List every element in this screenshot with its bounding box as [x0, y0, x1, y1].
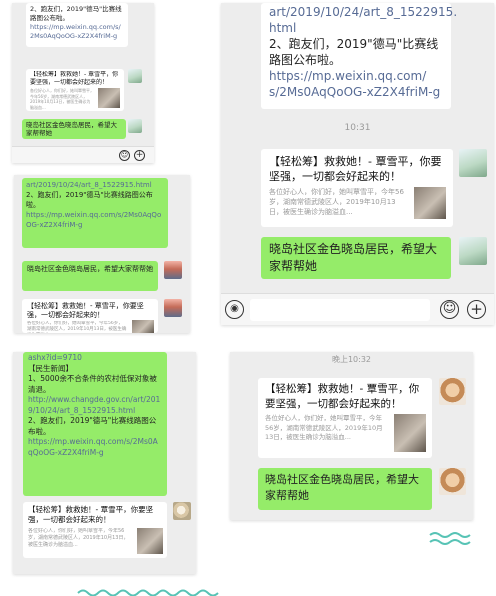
message-input[interactable]: [250, 299, 430, 321]
message-link[interactable]: http://www.changde.gov.cn/art/2019/10/24…: [28, 395, 162, 416]
share-card-thumbnail: [98, 88, 120, 108]
share-card-title: 【轻松筹】救救她！- 覃雪平，你要坚强，一切都会好起来的！: [27, 302, 144, 319]
message-link[interactable]: https://mp.weixin.qq.com/s/2Ms0AqQoOG-xZ…: [30, 23, 124, 41]
avatar[interactable]: [439, 378, 466, 405]
timestamp: 晚上10:32: [331, 355, 372, 364]
chat-screenshot-3: art/2019/10/24/art_8_1522915.html 2、跑友们，…: [14, 175, 190, 333]
message-text: 晓岛社区金色晓岛居民，希望大家帮帮她: [269, 242, 438, 273]
message-text: 2、跑友们，2019"德马"比赛线路图公布啦。: [28, 416, 157, 436]
chat-screenshot-2: art/2019/10/24/art_8_1522915. html 2、跑友们…: [221, 3, 494, 325]
message-bubble-news: ashx?id=9710 【民生新闻】 1、5000余不合条件的农村低保对象被清…: [23, 352, 167, 496]
input-bar: ☺ +: [12, 146, 154, 163]
message-bubble-route: art/2019/10/24/art_8_1522915. html 2、跑友们…: [261, 3, 457, 109]
chat-screenshot-4: ashx?id=9710 【民生新闻】 1、5000余不合条件的农村低保对象被清…: [13, 352, 196, 574]
message-text: 2、跑友们，2019"德马"比赛线路图公布啦。: [26, 191, 153, 209]
share-card-description: 各位好心人，你们好，她叫覃雪平，今年56岁，湖南常德武陵区人，2019年10月1…: [30, 88, 94, 110]
share-card-description: 各位好心人，你们好，她叫覃雪平，今年56岁，湖南常德武陵区人，2019年10月1…: [265, 414, 383, 441]
message-link[interactable]: art/2019/10/24/art_8_1522915.html: [26, 180, 164, 190]
message-bubble-green: 晓岛社区金色晓岛居民，希望大家帮帮她: [258, 468, 432, 510]
share-card-title: 【轻松筹】救救她！- 覃雪平，你要坚强，一切都会好起来的！: [28, 505, 154, 524]
share-card-title: 【轻松筹】救救她！- 覃雪平，你要坚强，一切都会好起来的！: [269, 155, 442, 183]
share-card-description: 各位好心人，你们好，她叫覃雪平，今年56岁，湖南常德武陵区人，2019年10月1…: [27, 321, 127, 332]
avatar[interactable]: [164, 261, 182, 279]
voice-icon[interactable]: ◉: [225, 300, 244, 319]
share-card-thumbnail: [132, 320, 154, 333]
wave-decoration: [429, 532, 471, 545]
news-header: 【民生新闻】: [28, 363, 73, 373]
message-bubble-route: 2、跑友们，2019"德马"比赛线路图公布啦。 https://mp.weixi…: [26, 3, 128, 47]
timestamp: 10:31: [344, 123, 371, 133]
share-card-thumbnail: [394, 414, 426, 452]
avatar[interactable]: [459, 237, 487, 265]
message-text: 2、跑友们，2019"德马"比赛线路图公布啦。: [30, 5, 122, 22]
message-link[interactable]: https://mp.weixin.qq.com/s/2Ms0AqQoOG-xZ…: [26, 210, 164, 230]
message-text: 2、跑友们，2019"德马"比赛线路图公布啦。: [269, 37, 439, 67]
message-text: 晓岛社区金色晓岛居民，希望大家帮帮她: [27, 265, 153, 273]
share-card-description: 各位好心人，你们好，她叫覃雪平，今年56岁，湖南常德武陵区人，2019年10月1…: [28, 528, 129, 548]
message-text: 晓岛社区金色晓岛居民，希望大家帮帮她: [265, 473, 419, 502]
share-card-description: 各位好心人，你们好，她叫覃雪平，今年56岁，湖南常德武陵区人，2019年10月1…: [269, 188, 404, 216]
add-icon[interactable]: +: [134, 150, 145, 161]
avatar[interactable]: [459, 149, 487, 177]
message-link[interactable]: art/2019/10/24/art_8_1522915. html: [269, 4, 457, 36]
message-bubble-green: 晓岛社区金色晓岛居民，希望大家帮帮她: [22, 261, 158, 291]
share-card[interactable]: 【轻松筹】救救她！- 覃雪平，你要坚强，一切都会好起来的！ 各位好心人，你们好，…: [258, 378, 432, 458]
message-link[interactable]: https://mp.weixin.qq.com/ s/2Ms0AqQoOG-x…: [269, 68, 443, 100]
avatar[interactable]: [173, 502, 191, 520]
share-card-thumbnail: [414, 187, 446, 219]
share-card-title: 【轻松筹】救救她！- 覃雪平，你要坚强，一切都会好起来的！: [265, 383, 420, 410]
chat-screenshot-5: 晚上10:32 【轻松筹】救救她！- 覃雪平，你要坚强，一切都会好起来的！ 各位…: [230, 352, 473, 520]
avatar[interactable]: [439, 468, 466, 495]
share-card[interactable]: 【轻松筹】救救她！- 覃雪平，你要坚强，一切都会好起来的！ 各位好心人，你们好，…: [261, 149, 453, 227]
share-card[interactable]: 【轻松筹】救救她！- 覃雪平，你要坚强，一切都会好起来的！ 各位好心人，你们好，…: [26, 69, 124, 111]
add-icon[interactable]: +: [467, 300, 486, 319]
avatar[interactable]: [164, 299, 182, 317]
news-item: 1、5000余不合条件的农村低保对象被清退。: [28, 374, 157, 394]
message-bubble-route: art/2019/10/24/art_8_1522915.html 2、跑友们，…: [22, 178, 168, 248]
emoji-icon[interactable]: ☺: [119, 150, 130, 161]
chat-screenshot-1: 2、跑友们，2019"德马"比赛线路图公布啦。 https://mp.weixi…: [12, 3, 154, 163]
message-bubble-green: 晓岛社区金色晓岛居民，希望大家帮帮她: [261, 237, 451, 279]
avatar[interactable]: [128, 119, 142, 133]
share-card-title: 【轻松筹】救救她！- 覃雪平，你要坚强，一切都会好起来的！: [30, 71, 119, 86]
share-card[interactable]: 【轻松筹】救救她！- 覃雪平，你要坚强，一切都会好起来的！ 各位好心人，你们好，…: [22, 299, 158, 333]
avatar[interactable]: [128, 69, 142, 83]
wave-decoration: [77, 589, 219, 596]
message-link[interactable]: https://mp.weixin.qq.com/s/2Ms0AqQoOG-xZ…: [28, 437, 162, 458]
message-bubble-green: 晓岛社区金色晓岛居民，希望大家帮帮她: [22, 119, 126, 139]
emoji-icon[interactable]: ☺: [440, 300, 459, 319]
share-card-thumbnail: [137, 528, 163, 554]
share-card[interactable]: 【轻松筹】救救她！- 覃雪平，你要坚强，一切都会好起来的！ 各位好心人，你们好，…: [23, 502, 167, 558]
message-link[interactable]: ashx?id=9710: [28, 353, 162, 364]
message-text: 晓岛社区金色晓岛居民，希望大家帮帮她: [26, 121, 117, 137]
input-bar: ◉ ☺ +: [221, 293, 494, 325]
